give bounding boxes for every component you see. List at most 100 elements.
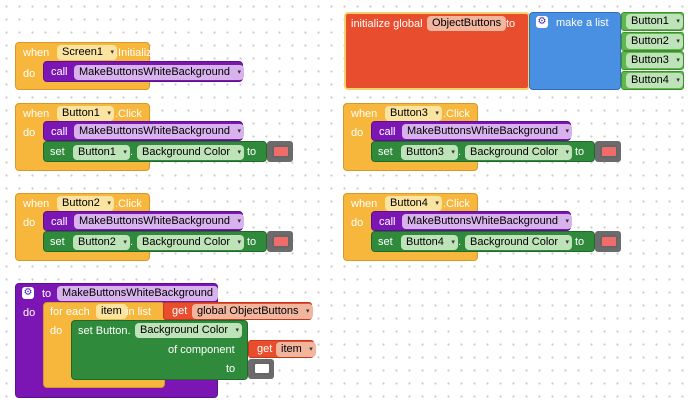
call-procedure-block[interactable]: call MakeButtonsWhiteBackground ▾	[43, 121, 245, 141]
component-dropdown-button4[interactable]: Button4 ▾	[385, 196, 442, 211]
set-background-color-block[interactable]: set Button2 ▾ . Background Color ▾ to	[43, 231, 267, 252]
color-block[interactable]	[595, 141, 621, 162]
call-label: call	[51, 126, 68, 138]
chevron-down-icon: ▾	[123, 239, 127, 246]
color-block[interactable]	[595, 231, 621, 252]
component-block-button2[interactable]: Button2 ▾	[621, 32, 684, 51]
dropdown-text: MakeButtonsWhiteBackground	[79, 215, 231, 227]
dropdown-text: MakeButtonsWhiteBackground	[407, 215, 559, 227]
variable-dropdown[interactable]: item ▾	[276, 342, 316, 357]
chevron-down-icon: ▾	[435, 200, 439, 207]
dropdown-text: Button1	[631, 15, 669, 27]
red-color-swatch[interactable]	[600, 235, 618, 248]
property-dropdown[interactable]: Background Color ▾	[135, 323, 243, 338]
global-name-field[interactable]: ObjectButtons	[427, 16, 507, 31]
component-dropdown-button2[interactable]: Button2 ▾	[57, 196, 114, 211]
component-dropdown-button4[interactable]: Button4 ▾	[626, 73, 683, 88]
dropdown-text: Background Color	[142, 146, 231, 158]
component-dropdown-button3[interactable]: Button3 ▾	[626, 53, 683, 68]
call-label: call	[51, 216, 68, 228]
of-component-label: of component	[168, 344, 235, 356]
get-item-block[interactable]: get item ▾	[248, 340, 316, 358]
color-block[interactable]	[248, 359, 274, 379]
chevron-down-icon: ▾	[565, 239, 570, 246]
procedure-dropdown[interactable]: MakeButtonsWhiteBackground ▾	[402, 124, 573, 139]
event-name: .Click	[443, 198, 470, 210]
component-dropdown-button2[interactable]: Button2 ▾	[626, 34, 683, 49]
property-dropdown[interactable]: Background Color ▾	[137, 145, 245, 160]
make-a-list-label: make a list	[556, 17, 609, 29]
call-procedure-block[interactable]: call MakeButtonsWhiteBackground ▾	[371, 121, 573, 141]
get-global-block[interactable]: get global ObjectButtons ▾	[163, 302, 313, 320]
dropdown-text: Button2	[78, 236, 116, 248]
dropdown-text: Background Color	[142, 236, 231, 248]
generic-set-block[interactable]: set Button. Background Color ▾ of compone…	[71, 320, 248, 380]
make-a-list-block[interactable]: ⚙ make a list	[529, 12, 621, 90]
procedure-dropdown[interactable]: MakeButtonsWhiteBackground ▾	[74, 214, 245, 229]
component-block-button1[interactable]: Button1 ▾	[621, 12, 684, 31]
red-color-swatch[interactable]	[272, 235, 290, 248]
component-block-button4[interactable]: Button4 ▾	[621, 71, 684, 90]
to-label: to	[247, 236, 257, 248]
procedure-dropdown[interactable]: MakeButtonsWhiteBackground ▾	[402, 214, 573, 229]
gear-icon[interactable]: ⚙	[536, 16, 548, 28]
chevron-down-icon: ▾	[123, 149, 127, 156]
do-label: do	[23, 307, 36, 319]
white-color-swatch[interactable]	[253, 362, 271, 375]
dropdown-text: Button2	[62, 197, 100, 209]
property-dropdown[interactable]: Background Color ▾	[137, 235, 245, 250]
dropdown-text: Background Color	[470, 146, 559, 158]
call-procedure-block[interactable]: call MakeButtonsWhiteBackground ▾	[43, 211, 245, 231]
dot-label: .	[458, 236, 462, 248]
to-label: to	[226, 363, 236, 375]
procedure-dropdown[interactable]: MakeButtonsWhiteBackground ▾	[74, 124, 245, 139]
dropdown-text: MakeButtonsWhiteBackground	[79, 125, 231, 137]
chevron-down-icon: ▾	[309, 346, 313, 353]
dropdown-text: Background Color	[470, 236, 559, 248]
chevron-down-icon: ▾	[565, 128, 570, 135]
red-color-swatch[interactable]	[272, 145, 290, 158]
component-dropdown-button3[interactable]: Button3 ▾	[385, 106, 442, 121]
procedure-dropdown[interactable]: MakeButtonsWhiteBackground ▾	[74, 65, 245, 80]
dropdown-text: Button1	[62, 107, 100, 119]
component-block-button3[interactable]: Button3 ▾	[621, 51, 684, 70]
color-block[interactable]	[267, 231, 293, 252]
call-procedure-block[interactable]: call MakeButtonsWhiteBackground ▾	[371, 211, 573, 231]
chevron-down-icon: ▾	[237, 239, 242, 246]
component-dropdown-button3[interactable]: Button3 ▾	[401, 145, 458, 160]
dropdown-text: Button1	[78, 146, 116, 158]
set-background-color-block[interactable]: set Button1 ▾ . Background Color ▾ to	[43, 141, 267, 162]
chevron-down-icon: ▾	[235, 327, 240, 334]
set-background-color-block[interactable]: set Button3 ▾ . Background Color ▾ to	[371, 141, 595, 162]
loop-variable-field[interactable]: item	[96, 304, 127, 319]
field-text: MakeButtonsWhiteBackground	[62, 287, 214, 299]
do-label: do	[351, 217, 364, 229]
component-dropdown-button1[interactable]: Button1 ▾	[626, 14, 683, 29]
call-procedure-block[interactable]: call MakeButtonsWhiteBackground ▾	[43, 61, 245, 82]
color-block[interactable]	[267, 141, 293, 162]
procedure-name-field[interactable]: MakeButtonsWhiteBackground	[57, 286, 219, 301]
chevron-down-icon: ▾	[306, 308, 310, 315]
dropdown-text: Button4	[406, 236, 444, 248]
chevron-down-icon: ▾	[237, 128, 242, 135]
dropdown-text: Screen1	[62, 46, 103, 58]
variable-dropdown[interactable]: global ObjectButtons ▾	[192, 304, 313, 319]
property-dropdown[interactable]: Background Color ▾	[465, 145, 573, 160]
property-dropdown[interactable]: Background Color ▾	[465, 235, 573, 250]
chevron-down-icon: ▾	[676, 57, 680, 64]
set-background-color-block[interactable]: set Button4 ▾ . Background Color ▾ to	[371, 231, 595, 252]
red-color-swatch[interactable]	[600, 145, 618, 158]
set-button-label: set Button.	[78, 325, 131, 337]
do-label: do	[23, 217, 36, 229]
when-label: when	[23, 108, 50, 120]
component-dropdown-screen1[interactable]: Screen1 ▾	[57, 45, 117, 60]
component-dropdown-button1[interactable]: Button1 ▾	[57, 106, 114, 121]
component-dropdown-button1[interactable]: Button1 ▾	[73, 145, 130, 160]
gear-icon[interactable]: ⚙	[22, 287, 34, 299]
component-dropdown-button4[interactable]: Button4 ▾	[401, 235, 458, 250]
set-label: set	[50, 146, 65, 158]
set-label: set	[378, 236, 393, 248]
component-dropdown-button2[interactable]: Button2 ▾	[73, 235, 130, 250]
initialize-global-block[interactable]: initialize global ObjectButtons to	[344, 12, 530, 90]
when-label: when	[351, 108, 378, 120]
